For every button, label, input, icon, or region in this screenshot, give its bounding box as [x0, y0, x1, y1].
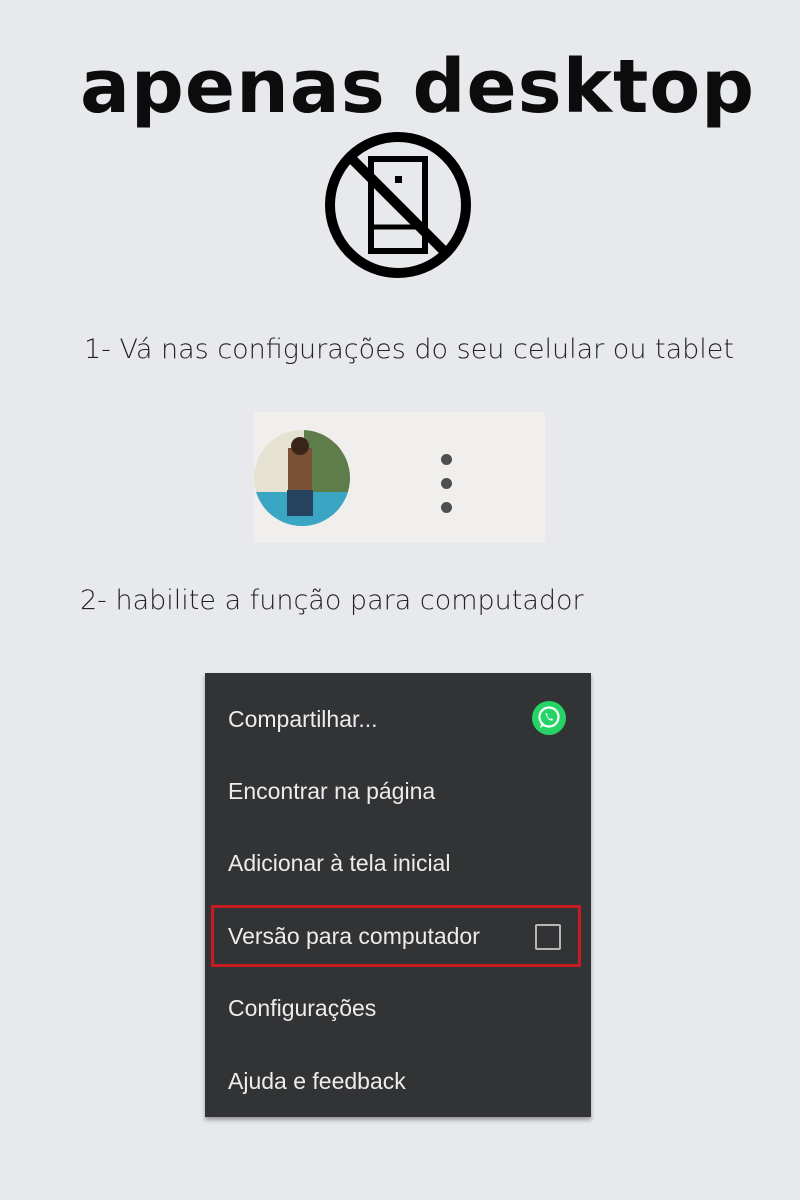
- menu-item-add-to-home[interactable]: Adicionar à tela inicial: [228, 841, 568, 885]
- menu-item-find-in-page[interactable]: Encontrar na página: [228, 769, 568, 813]
- step-1-text: 1- Vá nas configurações do seu celular o…: [84, 334, 734, 365]
- menu-item-label: Encontrar na página: [228, 778, 436, 804]
- browser-toolbar-preview: [254, 412, 545, 543]
- menu-item-label: Compartilhar...: [228, 706, 378, 732]
- menu-item-label: Adicionar à tela inicial: [228, 850, 451, 876]
- menu-item-label: Ajuda e feedback: [228, 1068, 406, 1094]
- step-2-text: 2- habilite a função para computador: [80, 585, 584, 616]
- no-mobile-phone-icon: [325, 132, 471, 278]
- desktop-version-checkbox[interactable]: [535, 924, 561, 950]
- menu-item-share[interactable]: Compartilhar...: [228, 697, 568, 741]
- headline: apenas desktop: [80, 44, 756, 130]
- menu-item-desktop-version[interactable]: Versão para computador: [228, 914, 568, 958]
- more-vert-icon[interactable]: [440, 454, 454, 514]
- avatar: [254, 430, 350, 526]
- menu-item-label: Versão para computador: [228, 923, 480, 949]
- menu-item-help-feedback[interactable]: Ajuda e feedback: [228, 1059, 568, 1103]
- whatsapp-icon[interactable]: [531, 700, 567, 736]
- browser-menu: Compartilhar... Encontrar na página Adic…: [205, 673, 591, 1117]
- menu-item-settings[interactable]: Configurações: [228, 986, 568, 1030]
- menu-item-label: Configurações: [228, 995, 377, 1021]
